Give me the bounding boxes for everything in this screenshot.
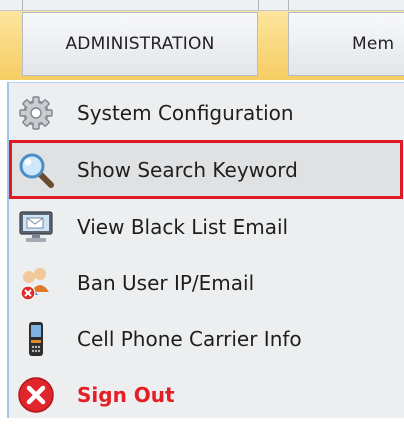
menu-item-label: View Black List Email	[77, 215, 289, 239]
tab-administration[interactable]: ADMINISTRATION	[22, 12, 258, 76]
strip-divider	[22, 0, 23, 10]
sign-out-icon	[17, 376, 55, 414]
monitor-email-icon	[17, 208, 55, 246]
cell-phone-icon	[17, 320, 55, 358]
tab-administration-label: ADMINISTRATION	[65, 34, 215, 54]
menu-item-cell-phone-carrier-info[interactable]: Cell Phone Carrier Info	[9, 310, 404, 368]
menu-item-label: Sign Out	[77, 383, 175, 407]
menu-item-view-black-list-email[interactable]: View Black List Email	[9, 198, 404, 256]
menu-item-sign-out[interactable]: Sign Out	[9, 366, 404, 424]
menu-item-label: Show Search Keyword	[77, 157, 298, 182]
strip-divider	[258, 0, 259, 10]
menu-item-show-search-keyword[interactable]: Show Search Keyword	[9, 140, 403, 199]
menu-item-system-configuration[interactable]: System Configuration	[9, 84, 404, 142]
menu-item-label: Cell Phone Carrier Info	[77, 327, 302, 351]
tab-members[interactable]: Mem	[288, 12, 404, 76]
tab-members-label: Mem	[352, 34, 395, 54]
gear-icon	[17, 94, 55, 132]
menu-item-label: System Configuration	[77, 101, 294, 125]
magnifier-icon	[17, 151, 55, 189]
users-ban-icon	[17, 264, 55, 302]
top-strip	[0, 0, 404, 11]
strip-divider	[288, 0, 289, 10]
menu-item-ban-user-ip-email[interactable]: Ban User IP/Email	[9, 254, 404, 312]
menu-item-label: Ban User IP/Email	[77, 271, 255, 295]
